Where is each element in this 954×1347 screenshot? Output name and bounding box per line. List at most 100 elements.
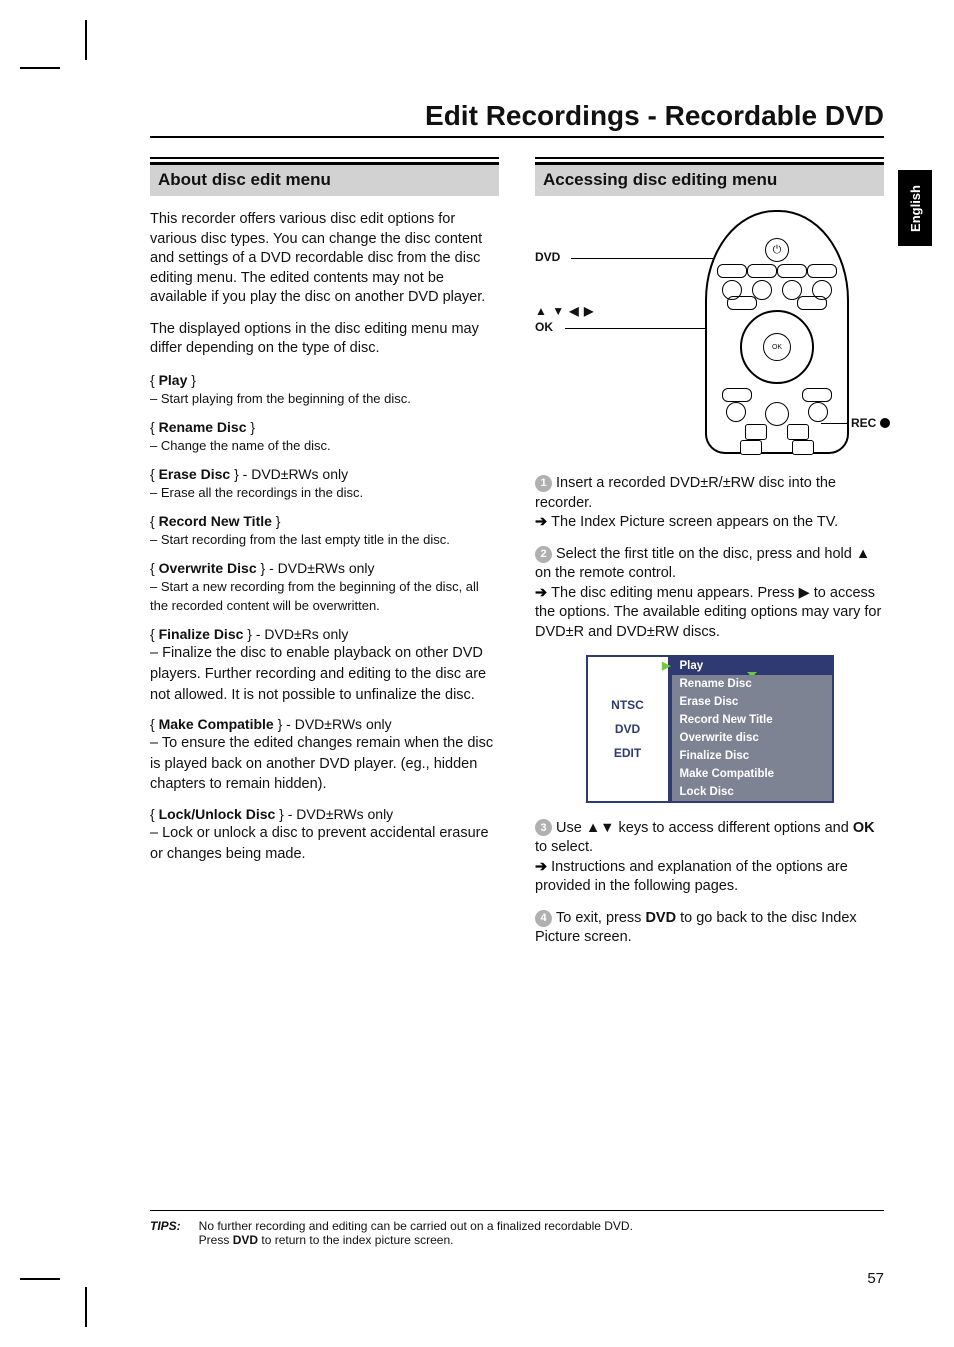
page-title: Edit Recordings - Recordable DVD xyxy=(150,100,884,138)
step-2: 2Select the first title on the disc, pre… xyxy=(535,545,884,643)
step-3-ok: OK xyxy=(853,820,875,836)
step-badge-2: 2 xyxy=(535,546,552,563)
tips-line-1: No further recording and editing can be … xyxy=(199,1219,633,1233)
menu-left-dvd: DVD xyxy=(615,722,640,736)
remote-pill-button xyxy=(797,296,827,310)
option-block: { Overwrite Disc } - DVD±RWs only– Start… xyxy=(150,559,499,615)
step-1: 1Insert a recorded DVD±R/±RW disc into t… xyxy=(535,474,884,533)
step-4-text-a: To exit, press xyxy=(556,910,645,926)
skip-fwd-icon xyxy=(808,402,828,422)
option-name: Play xyxy=(159,372,188,388)
option-name: Rename Disc xyxy=(159,419,247,435)
language-tab-text: English xyxy=(908,185,923,232)
option-desc: – Finalize the disc to enable playback o… xyxy=(150,645,486,702)
step-2-result: The disc editing menu appears. Press ▶ t… xyxy=(535,585,881,640)
step-2-text: Select the first title on the disc, pres… xyxy=(535,546,870,582)
option-block: { Erase Disc } - DVD±RWs only– Erase all… xyxy=(150,465,499,502)
option-desc: – Start a new recording from the beginni… xyxy=(150,579,479,613)
dvd-callout-label: DVD xyxy=(535,250,560,264)
step-3: 3Use ▲▼ keys to access different options… xyxy=(535,819,884,897)
remote-pill-button xyxy=(807,264,837,278)
arrows-callout-label: ▲ ▼ ◀ ▶ xyxy=(535,304,594,318)
step-1-text: Insert a recorded DVD±R/±RW disc into th… xyxy=(535,475,836,511)
tips-line-2: Press DVD to return to the index picture… xyxy=(199,1233,633,1247)
ok-button-icon: OK xyxy=(763,333,791,361)
option-name: Finalize Disc xyxy=(159,626,244,642)
option-name: Overwrite Disc xyxy=(159,560,257,576)
option-suffix: - DVD±Rs only xyxy=(252,626,348,642)
menu-left-panel: NTSC DVD EDIT xyxy=(586,655,670,803)
play-pause-icon xyxy=(765,402,789,426)
remote-pill-button xyxy=(802,388,832,402)
about-heading: About disc edit menu xyxy=(150,162,499,196)
option-name: Lock/Unlock Disc xyxy=(159,806,276,822)
menu-item: Rename Disc xyxy=(672,675,832,693)
option-desc: – Start recording from the last empty ti… xyxy=(150,532,450,547)
option-suffix: - DVD±RWs only xyxy=(265,560,374,576)
remote-pill-button xyxy=(717,264,747,278)
rec-text: REC xyxy=(851,416,876,430)
option-desc: – Start playing from the beginning of th… xyxy=(150,391,411,406)
remote-rect-button xyxy=(740,440,762,455)
result-arrow-icon: ➔ xyxy=(535,513,547,533)
step-1-result: The Index Picture screen appears on the … xyxy=(551,514,838,530)
menu-figure: NTSC DVD EDIT PlayRename DiscErase DiscR… xyxy=(535,655,884,803)
menu-item: Play xyxy=(672,657,832,675)
option-name: Record New Title xyxy=(159,513,272,529)
step-badge-1: 1 xyxy=(535,475,552,492)
step-4: 4To exit, press DVD to go back to the di… xyxy=(535,909,884,948)
menu-item: Record New Title xyxy=(672,711,832,729)
page-number: 57 xyxy=(867,1270,884,1287)
tips-footer: TIPS: No further recording and editing c… xyxy=(150,1210,884,1247)
step-badge-4: 4 xyxy=(535,910,552,927)
remote-rect-button xyxy=(787,424,809,440)
ok-callout-label: OK xyxy=(535,320,553,334)
power-icon: ⏻ xyxy=(765,238,789,262)
accessing-heading: Accessing disc editing menu xyxy=(535,162,884,196)
remote-diagram: DVD ▲ ▼ ◀ ▶ OK ⏻ xyxy=(535,210,884,460)
menu-left-ntsc: NTSC xyxy=(611,698,644,712)
option-block: { Rename Disc }– Change the name of the … xyxy=(150,418,499,455)
option-block: { Lock/Unlock Disc } - DVD±RWs only– Loc… xyxy=(150,805,499,864)
step-3-result: Instructions and explanation of the opti… xyxy=(535,859,848,895)
menu-item: Make Compatible xyxy=(672,765,832,783)
option-suffix: - DVD±RWs only xyxy=(239,466,348,482)
record-dot-icon xyxy=(880,418,890,428)
option-desc: – To ensure the edited changes remain wh… xyxy=(150,735,493,792)
option-desc: – Erase all the recordings in the disc. xyxy=(150,485,363,500)
step-4-dvd: DVD xyxy=(645,910,676,926)
option-block: { Finalize Disc } - DVD±Rs only– Finaliz… xyxy=(150,625,499,705)
menu-right-panel: PlayRename DiscErase DiscRecord New Titl… xyxy=(670,655,834,803)
menu-item: Finalize Disc xyxy=(672,747,832,765)
option-desc: – Lock or unlock a disc to prevent accid… xyxy=(150,825,489,862)
step-3-text-a: Use ▲▼ keys to access different options … xyxy=(556,820,853,836)
remote-pill-button xyxy=(727,296,757,310)
language-tab: English xyxy=(898,170,932,246)
menu-item: Overwrite disc xyxy=(672,729,832,747)
option-name: Make Compatible xyxy=(159,716,274,732)
about-intro-2: The displayed options in the disc editin… xyxy=(150,320,499,359)
rec-callout-label: REC xyxy=(851,416,926,430)
step-badge-3: 3 xyxy=(535,819,552,836)
result-arrow-icon: ➔ xyxy=(535,584,547,604)
option-suffix: - DVD±RWs only xyxy=(282,716,391,732)
skip-back-icon xyxy=(726,402,746,422)
step-3-text-c: to select. xyxy=(535,839,593,855)
result-arrow-icon: ➔ xyxy=(535,858,547,878)
option-block: { Play }– Start playing from the beginni… xyxy=(150,371,499,408)
remote-pill-button xyxy=(747,264,777,278)
remote-rect-button xyxy=(745,424,767,440)
menu-item: Lock Disc xyxy=(672,783,832,801)
about-intro-1: This recorder offers various disc edit o… xyxy=(150,210,499,308)
menu-left-edit: EDIT xyxy=(614,746,641,760)
option-suffix: - DVD±RWs only xyxy=(284,806,393,822)
option-block: { Make Compatible } - DVD±RWs only– To e… xyxy=(150,715,499,795)
nav-ring: OK xyxy=(740,310,814,384)
option-block: { Record New Title }– Start recording fr… xyxy=(150,512,499,549)
menu-item: Erase Disc xyxy=(672,693,832,711)
rec-button-icon xyxy=(792,440,814,455)
remote-pill-button xyxy=(722,388,752,402)
option-desc: – Change the name of the disc. xyxy=(150,438,331,453)
remote-pill-button xyxy=(777,264,807,278)
tips-label: TIPS: xyxy=(150,1219,181,1247)
